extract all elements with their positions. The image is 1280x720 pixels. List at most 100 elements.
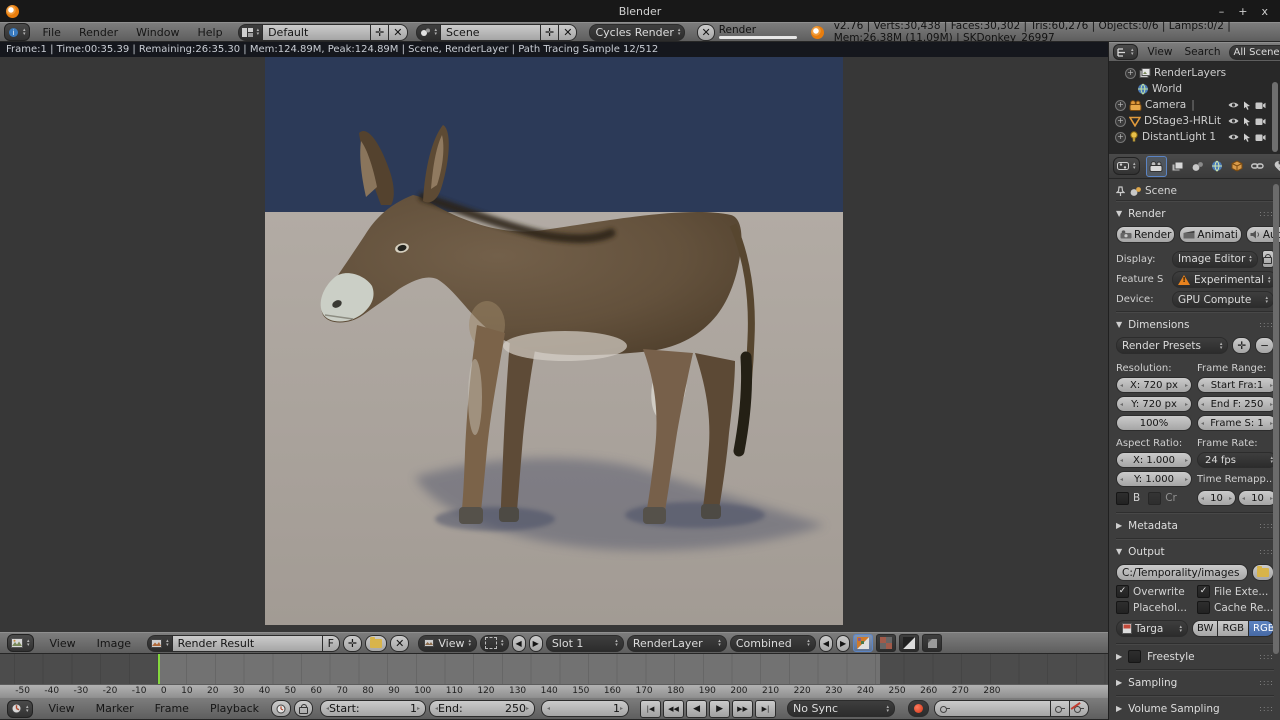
- end-frame-prop-field[interactable]: ◂ End F: 250 ▸: [1197, 396, 1277, 412]
- outliner-item-camera[interactable]: + Camera |: [1115, 97, 1280, 113]
- render-border-button[interactable]: ▴ ▾: [479, 634, 509, 652]
- cancel-render-button[interactable]: ✕: [697, 23, 715, 41]
- image-view-mode-dropdown[interactable]: View ▴ ▾: [418, 634, 477, 652]
- overwrite-checkbox[interactable]: ✓ Overwrite: [1116, 585, 1192, 598]
- tab-scene[interactable]: [1188, 157, 1207, 176]
- panel-sampling-header[interactable]: ▶ Sampling::::: [1116, 673, 1274, 692]
- color-mode-bw-button[interactable]: BW: [1192, 620, 1218, 637]
- tab-world[interactable]: [1208, 157, 1227, 176]
- browse-output-button[interactable]: [1252, 564, 1274, 581]
- display-dropdown[interactable]: Image Editor ▴ ▾: [1172, 250, 1258, 268]
- image-name-field[interactable]: Render Result: [171, 634, 322, 652]
- crop-checkbox[interactable]: ✓Cr: [1148, 491, 1177, 505]
- renderability-camera-icon[interactable]: [1255, 101, 1266, 110]
- outliner-item-world[interactable]: World: [1115, 81, 1280, 97]
- render-presets-dropdown[interactable]: Render Presets ▴ ▾: [1116, 337, 1229, 354]
- image-menu-view[interactable]: View: [41, 637, 85, 650]
- add-preset-button[interactable]: ✛: [1232, 337, 1252, 354]
- selectability-cursor-icon[interactable]: [1243, 133, 1251, 142]
- open-image-button[interactable]: [365, 634, 388, 652]
- outliner-scope-dropdown[interactable]: All Scenes: [1228, 44, 1280, 60]
- timeline-track[interactable]: [0, 654, 1108, 684]
- layer-prev-button[interactable]: ◀: [818, 634, 833, 652]
- preview-range-button[interactable]: [271, 700, 292, 717]
- render-pass-dropdown[interactable]: Combined ▴ ▾: [729, 634, 816, 652]
- timeline-menu-view[interactable]: View: [40, 702, 84, 715]
- channel-z-button[interactable]: [922, 634, 943, 652]
- insert-keyframe-button[interactable]: [1050, 700, 1070, 717]
- feature-set-dropdown[interactable]: Experimental ▴▾: [1172, 271, 1277, 288]
- remove-preset-button[interactable]: −: [1255, 337, 1274, 354]
- tab-render-layers[interactable]: [1168, 157, 1187, 176]
- tab-constraints[interactable]: [1248, 157, 1267, 176]
- panel-output-header[interactable]: ▼ Output::::: [1116, 542, 1274, 561]
- panel-metadata-header[interactable]: ▶ Metadata::::: [1116, 516, 1274, 535]
- placeholders-checkbox[interactable]: ✓Placehol...: [1116, 601, 1192, 614]
- start-frame-field[interactable]: ◂ Start: 1 ▸: [320, 700, 427, 717]
- menu-window[interactable]: Window: [127, 26, 188, 39]
- screen-layout-name-field[interactable]: Default: [262, 23, 371, 41]
- start-frame-prop-field[interactable]: ◂ Start Fra:1 ▸: [1197, 377, 1277, 393]
- play-button[interactable]: ▶: [709, 699, 731, 718]
- aspect-x-field[interactable]: ◂ X: 1.000 ▸: [1116, 452, 1192, 468]
- output-path-field[interactable]: C:/Temporality/images: [1116, 564, 1248, 581]
- device-dropdown[interactable]: GPU Compute ▴ ▾: [1172, 291, 1274, 308]
- visibility-eye-icon[interactable]: [1228, 117, 1239, 125]
- properties-vertical-scrollbar[interactable]: [1273, 184, 1279, 654]
- file-extensions-checkbox[interactable]: ✓ File Exte...: [1197, 585, 1277, 598]
- slot-prev-button[interactable]: ◀: [511, 634, 526, 652]
- new-image-button[interactable]: ✛: [342, 634, 363, 652]
- delete-scene-button[interactable]: ✕: [558, 23, 578, 41]
- resolution-y-field[interactable]: ◂ Y: 720 px ▸: [1116, 396, 1192, 412]
- image-editor-canvas[interactable]: [0, 57, 1108, 632]
- color-mode-rgb-button[interactable]: RGB: [1217, 620, 1248, 637]
- aspect-y-field[interactable]: ◂ Y: 1.000 ▸: [1116, 471, 1192, 487]
- render-animation-button[interactable]: Animati: [1179, 226, 1242, 243]
- visibility-eye-icon[interactable]: [1228, 133, 1239, 141]
- menu-file[interactable]: File: [34, 26, 70, 39]
- close-button[interactable]: x: [1261, 5, 1268, 18]
- panel-dimensions-header[interactable]: ▼ Dimensions::::: [1116, 315, 1274, 334]
- timeline-menu-marker[interactable]: Marker: [87, 702, 143, 715]
- file-format-dropdown[interactable]: Targa ▴ ▾: [1116, 620, 1188, 637]
- screen-layout-icon-button[interactable]: ▴ ▾: [237, 23, 263, 41]
- delete-keyframe-button[interactable]: [1069, 700, 1090, 717]
- sync-mode-dropdown[interactable]: No Sync ▴ ▾: [787, 700, 896, 717]
- panel-freestyle-header[interactable]: ▶✓Freestyle::::: [1116, 647, 1274, 666]
- fake-user-button[interactable]: F: [321, 634, 340, 652]
- color-mode-rgba-button[interactable]: RGBA: [1248, 620, 1274, 637]
- panel-render-header[interactable]: ▼ Render::::: [1116, 204, 1274, 223]
- timeline-menu-frame[interactable]: Frame: [146, 702, 198, 715]
- resolution-percentage-field[interactable]: 100%: [1116, 415, 1192, 431]
- slot-dropdown[interactable]: Slot 1 ▴ ▾: [545, 634, 624, 652]
- keying-set-field[interactable]: [934, 700, 1051, 717]
- editor-type-button-properties[interactable]: ▴ ▾: [1113, 157, 1140, 175]
- outliner-menu-search[interactable]: Search: [1178, 46, 1226, 58]
- border-checkbox[interactable]: ✓B: [1116, 491, 1140, 505]
- tab-render[interactable]: [1145, 155, 1167, 177]
- channel-color-alpha-button[interactable]: [853, 634, 874, 652]
- cache-result-checkbox[interactable]: ✓Cache Re...: [1197, 601, 1277, 614]
- scene-name-field[interactable]: Scene: [440, 23, 541, 41]
- prev-keyframe-button[interactable]: ◀◀: [663, 699, 685, 718]
- outliner-vertical-scrollbar[interactable]: [1272, 82, 1278, 152]
- layer-next-button[interactable]: ▶: [835, 634, 851, 652]
- frame-rate-dropdown[interactable]: 24 fps ▴ ▾: [1197, 452, 1277, 468]
- expand-icon[interactable]: +: [1115, 115, 1126, 127]
- lock-frame-button[interactable]: [294, 700, 314, 717]
- render-still-button[interactable]: Render: [1116, 226, 1176, 243]
- visibility-eye-icon[interactable]: [1228, 101, 1239, 109]
- outliner-menu-view[interactable]: View: [1142, 46, 1179, 58]
- frame-step-field[interactable]: ◂ Frame S: 1 ▸: [1197, 415, 1277, 431]
- selectability-cursor-icon[interactable]: [1243, 117, 1251, 126]
- editor-type-button-timeline[interactable]: ▴ ▾: [7, 699, 33, 718]
- image-datablock-icon-button[interactable]: ▴ ▾: [147, 634, 172, 652]
- unlink-image-button[interactable]: ✕: [390, 634, 410, 652]
- editor-type-button-info[interactable]: i ▴ ▾: [4, 23, 30, 41]
- delete-screen-button[interactable]: ✕: [388, 23, 408, 41]
- jump-to-end-button[interactable]: ▶ |: [755, 699, 777, 718]
- current-frame-field[interactable]: ◂ 1 ▸: [541, 700, 630, 717]
- expand-icon[interactable]: +: [1115, 99, 1126, 111]
- menu-help[interactable]: Help: [188, 26, 231, 39]
- end-frame-field[interactable]: ◂ End: 250 ▸: [429, 700, 536, 717]
